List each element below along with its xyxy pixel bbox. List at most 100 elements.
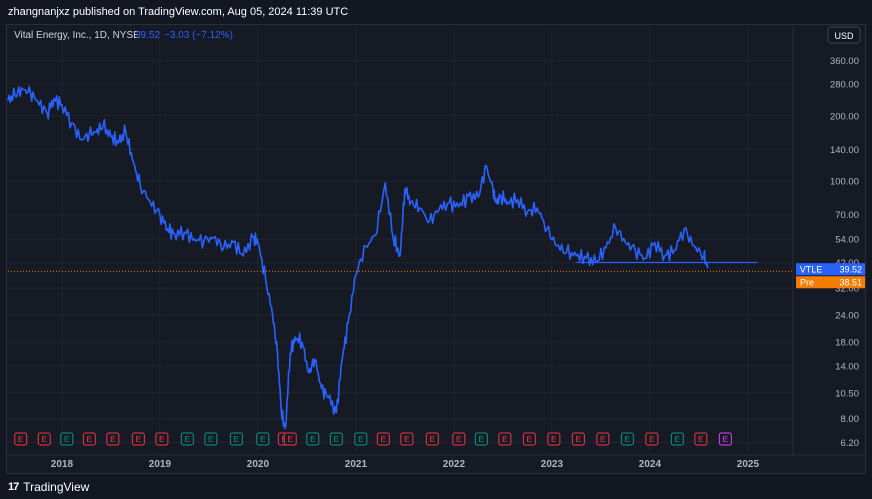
price-chart[interactable]: 360.00 280.00 200.00 140.00 100.00 70.00 54.00…: [0, 0, 872, 499]
x-tick-label: 2021: [345, 459, 368, 470]
earnings-label: E: [136, 434, 142, 444]
earnings-label: E: [430, 434, 436, 444]
earnings-label: E: [404, 434, 410, 444]
earnings-marker: E: [670, 432, 684, 446]
currency-label: USD: [834, 31, 854, 41]
earnings-label: E: [576, 434, 582, 444]
tradingview-logo-icon: 17: [8, 481, 19, 493]
earnings-label: E: [260, 434, 266, 444]
earnings-label: E: [358, 434, 364, 444]
y-tick-label: 70.00: [835, 210, 859, 221]
earnings-marker: E: [571, 432, 585, 446]
earnings-marker: E: [204, 432, 218, 446]
earnings-marker: E: [37, 432, 51, 446]
y-tick-label: 100.00: [830, 176, 859, 187]
earnings-marker: E: [645, 432, 659, 446]
earnings-label: E: [649, 434, 655, 444]
y-tick-label: 8.00: [841, 414, 860, 425]
time-axis: 2018 2019 2020 2021 2022 2023 2024 2025: [51, 459, 760, 470]
earnings-marker: E: [155, 432, 169, 446]
earnings-label: E: [456, 434, 462, 444]
earnings-marker: E: [256, 432, 270, 446]
earnings-marker: E: [596, 432, 610, 446]
earnings-marker: E: [694, 432, 708, 446]
earnings-label: E: [208, 434, 214, 444]
footer-brand: TradingView: [23, 480, 90, 494]
earnings-marker: E: [547, 432, 561, 446]
earnings-label: E: [64, 434, 70, 444]
earnings-label: E: [333, 434, 339, 444]
y-tick-label: 14.00: [835, 361, 859, 372]
y-tick-label: 360.00: [830, 56, 859, 67]
price-line: [7, 85, 709, 430]
x-tick-label: 2020: [247, 459, 270, 470]
y-tick-label: 10.50: [835, 388, 859, 399]
earnings-marker: E: [474, 432, 488, 446]
y-tick-label: 280.00: [830, 80, 859, 91]
x-tick-label: 2019: [149, 459, 172, 470]
earnings-marker: E: [498, 432, 512, 446]
earnings-marker: E: [306, 432, 320, 446]
currency-button[interactable]: USD: [827, 26, 861, 44]
earnings-marker: E: [283, 432, 297, 446]
legend-symbol: Vital Energy, Inc., 1D, NYSE: [14, 30, 140, 41]
x-tick-label: 2018: [51, 459, 74, 470]
pre-market-price-label-value: 38.51: [839, 278, 862, 288]
earnings-label: E: [502, 434, 508, 444]
earnings-label: E: [675, 434, 681, 444]
earnings-marker: E: [452, 432, 466, 446]
earnings-label: E: [723, 434, 729, 444]
earnings-marker: E: [376, 432, 390, 446]
earnings-label: E: [234, 434, 240, 444]
chart-grid: [7, 26, 865, 456]
earnings-marker: E: [718, 432, 732, 446]
y-tick-label: 200.00: [830, 111, 859, 122]
earnings-label: E: [18, 434, 24, 444]
vtle-price-label: VTLE 39.52: [796, 263, 865, 276]
earnings-marker: E: [131, 432, 145, 446]
earnings-marker: E: [106, 432, 120, 446]
earnings-marker: E: [14, 432, 28, 446]
earnings-marker: E: [180, 432, 194, 446]
y-tick-label: 54.00: [835, 234, 859, 245]
earnings-label: E: [310, 434, 316, 444]
pre-market-price-label-tag: Pre: [800, 278, 814, 288]
earnings-marker: E: [400, 432, 414, 446]
earnings-marker: E: [620, 432, 634, 446]
y-tick-label: 18.00: [835, 338, 859, 349]
x-tick-label: 2024: [639, 459, 662, 470]
x-tick-label: 2022: [443, 459, 466, 470]
earnings-label: E: [185, 434, 191, 444]
earnings-marker: E: [329, 432, 343, 446]
earnings-label: E: [87, 434, 93, 444]
earnings-markers: EEEEEEEEEEEEEEEEEEEEEEEEEEEEEEE: [14, 432, 732, 446]
y-tick-label: 140.00: [830, 145, 859, 156]
earnings-label: E: [625, 434, 631, 444]
earnings-label: E: [527, 434, 533, 444]
price-series: [7, 85, 792, 430]
earnings-marker: E: [354, 432, 368, 446]
vtle-price-label-tag: VTLE: [800, 265, 823, 275]
earnings-label: E: [698, 434, 704, 444]
footer: 17 TradingView: [8, 479, 89, 495]
vtle-price-label-value: 39.52: [839, 265, 862, 275]
earnings-label: E: [479, 434, 485, 444]
pre-market-price-label: Pre 38.51: [796, 276, 865, 289]
earnings-label: E: [600, 434, 606, 444]
y-tick-label: 24.00: [835, 311, 859, 322]
earnings-label: E: [159, 434, 165, 444]
earnings-marker: E: [425, 432, 439, 446]
earnings-marker: E: [82, 432, 96, 446]
earnings-marker: E: [60, 432, 74, 446]
earnings-label: E: [110, 434, 116, 444]
earnings-label: E: [381, 434, 387, 444]
price-axis: 360.00 280.00 200.00 140.00 100.00 70.00 54.00…: [830, 56, 859, 449]
legend-change: −3.03 (−7.12%): [164, 30, 233, 41]
legend-price: 39.52: [135, 30, 160, 41]
earnings-label: E: [551, 434, 557, 444]
x-tick-label: 2023: [541, 459, 564, 470]
x-tick-label: 2025: [737, 459, 760, 470]
earnings-marker: E: [522, 432, 536, 446]
earnings-label: E: [287, 434, 293, 444]
earnings-marker: E: [229, 432, 243, 446]
